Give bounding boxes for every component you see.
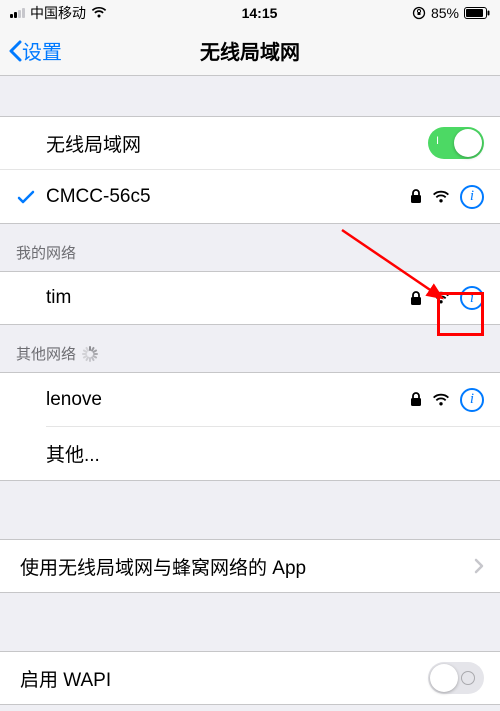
wifi-icon xyxy=(91,7,107,19)
other-networks-header: 其他网络 xyxy=(0,325,500,372)
checkmark-icon xyxy=(16,187,36,207)
wifi-signal-icon xyxy=(432,291,450,305)
join-other-label: 其他... xyxy=(46,440,484,467)
orientation-lock-icon xyxy=(412,6,426,20)
wifi-signal-icon xyxy=(432,393,450,407)
battery-percent: 85% xyxy=(431,5,459,21)
info-button-tim[interactable]: i xyxy=(460,286,484,310)
lock-icon xyxy=(410,189,422,204)
info-button[interactable]: i xyxy=(460,388,484,412)
back-label: 设置 xyxy=(22,36,62,65)
wapi-label: 启用 WAPI xyxy=(20,665,428,692)
lock-icon xyxy=(410,392,422,407)
network-row-tim[interactable]: tim i xyxy=(0,271,500,325)
info-button[interactable]: i xyxy=(460,185,484,209)
network-name: tim xyxy=(46,287,410,309)
network-name: lenove xyxy=(46,389,410,411)
status-right: 85% xyxy=(412,5,490,21)
lock-icon xyxy=(410,291,422,306)
apps-wlan-label: 使用无线局域网与蜂窝网络的 App xyxy=(20,553,474,580)
wapi-row: 启用 WAPI xyxy=(0,651,500,705)
page-title: 无线局域网 xyxy=(200,36,300,65)
carrier-label: 中国移动 xyxy=(30,3,86,23)
cellular-signal-icon xyxy=(10,8,25,18)
chevron-right-icon xyxy=(474,558,484,574)
status-left: 中国移动 xyxy=(10,3,107,23)
battery-icon xyxy=(464,7,490,19)
wifi-toggle-label: 无线局域网 xyxy=(46,130,428,157)
wifi-toggle[interactable]: I xyxy=(428,127,484,159)
apps-wlan-cellular-row[interactable]: 使用无线局域网与蜂窝网络的 App xyxy=(0,539,500,593)
status-bar: 中国移动 14:15 85% xyxy=(0,0,500,26)
network-row-lenove[interactable]: lenove i xyxy=(0,372,500,426)
back-button[interactable]: 设置 xyxy=(8,36,62,65)
wifi-signal-icon xyxy=(432,190,450,204)
wapi-toggle[interactable] xyxy=(428,662,484,694)
join-other-network-row[interactable]: 其他... xyxy=(0,427,500,481)
my-networks-header: 我的网络 xyxy=(0,224,500,271)
chevron-left-icon xyxy=(8,40,22,62)
loading-spinner-icon xyxy=(82,346,98,362)
wifi-toggle-row: 无线局域网 I xyxy=(0,116,500,170)
clock: 14:15 xyxy=(242,5,278,21)
connected-network-name: CMCC-56c5 xyxy=(46,186,410,208)
connected-network-row[interactable]: CMCC-56c5 i xyxy=(0,170,500,224)
nav-bar: 设置 无线局域网 xyxy=(0,26,500,76)
